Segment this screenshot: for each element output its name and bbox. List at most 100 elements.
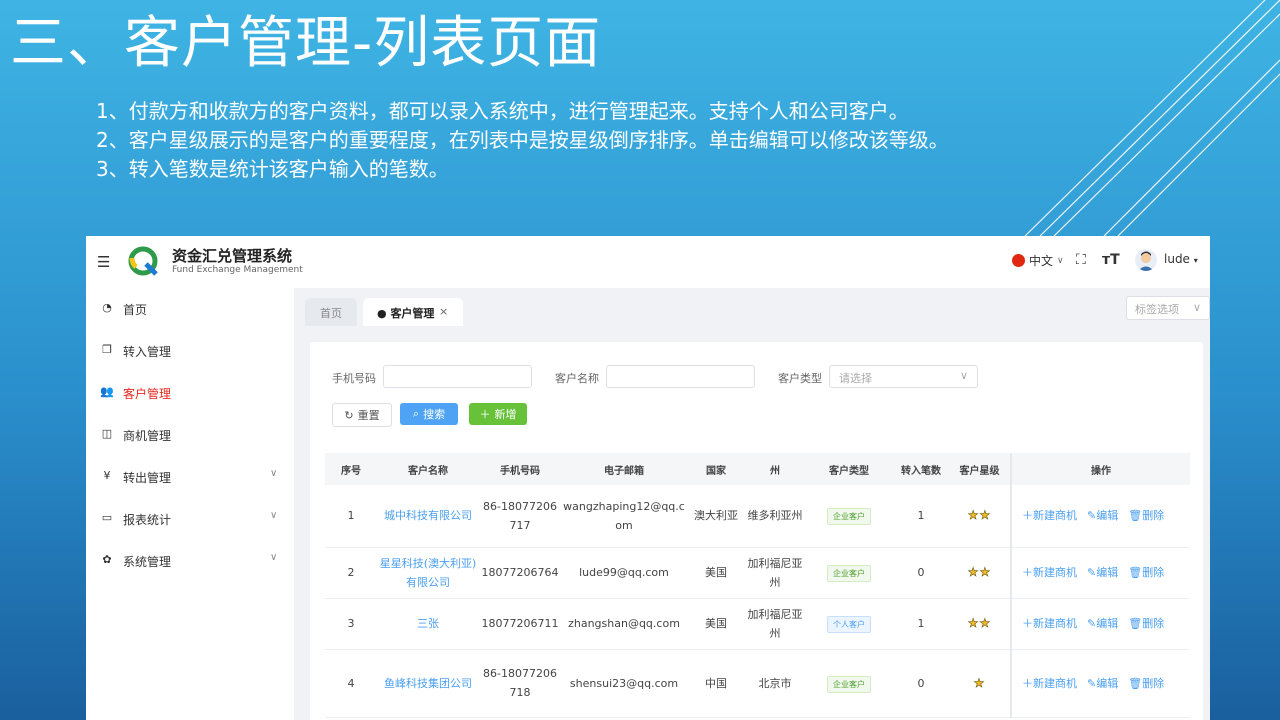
table-header-row: 序号 客户名称 手机号码 电子邮箱 国家 州 客户类型 转入笔数 客户星级 操作 [325, 453, 1190, 485]
country-cell: 中国 [687, 649, 745, 718]
email-cell: wangzhaping12@qq.com [561, 485, 687, 548]
sidebar-item-label: 首页 [123, 303, 148, 317]
edit-button[interactable]: ✎编辑 [1087, 563, 1118, 582]
sidebar-item-reports[interactable]: ▭ 报表统计 ∨ [86, 498, 294, 538]
column-header: 国家 [687, 453, 745, 485]
column-header: 手机号码 [479, 453, 561, 485]
fullscreen-icon[interactable]: ⛶ [1076, 252, 1086, 268]
add-button[interactable]: ＋ 新增 [469, 403, 527, 425]
plus-icon: ＋ [1022, 676, 1033, 690]
sidebar-item-label: 转入管理 [123, 345, 172, 359]
plus-icon: ＋ [1022, 566, 1033, 579]
sidebar-item-system[interactable]: ✿ 系统管理 ∨ [86, 540, 294, 580]
action-label: 删除 [1142, 676, 1165, 690]
type-placeholder: 请选择 [839, 372, 872, 385]
user-menu[interactable]: lude ▾ [1164, 252, 1198, 266]
search-icon: ⌕ [412, 407, 420, 420]
edit-button[interactable]: ✎编辑 [1087, 674, 1118, 693]
reset-button[interactable]: ↻ 重置 [332, 403, 392, 427]
customer-name-link[interactable]: 三张 [377, 598, 479, 650]
tab-home[interactable]: 首页 [305, 298, 357, 326]
customer-list-card: 手机号码 客户名称 客户类型 请选择 ∨ ↻ 重置 ⌕ 搜索 ＋ 新增 序号 客… [310, 342, 1203, 720]
type-cell: 企业客户 [805, 485, 893, 548]
app-window: ☰ 资金汇兑管理系统 Fund Exchange Management 中文 ∨… [86, 236, 1210, 720]
type-cell: 企业客户 [805, 547, 893, 599]
search-label: 搜索 [423, 408, 446, 421]
sidebar-item-home[interactable]: ◔ 首页 [86, 288, 294, 328]
system-subtitle: Fund Exchange Management [172, 265, 303, 275]
sidebar-item-transfer-out[interactable]: ¥ 转出管理 ∨ [86, 456, 294, 496]
customer-name-link[interactable]: 城中科技有限公司 [377, 485, 479, 548]
new-opportunity-button[interactable]: ＋新建商机 [1022, 674, 1077, 693]
chevron-down-icon: ∨ [1192, 301, 1201, 314]
edit-icon: ✎ [1087, 617, 1097, 630]
actions-cell: ＋新建商机 ✎编辑 🗑删除 [1010, 547, 1190, 599]
search-button[interactable]: ⌕ 搜索 [400, 403, 458, 425]
table-row: 3 三张 18077206711 zhangshan@qq.com 美国 加利福尼亚州 个人… [325, 598, 1190, 650]
delete-button[interactable]: 🗑删除 [1128, 563, 1164, 582]
font-size-icon[interactable]: ᴛT [1102, 252, 1120, 268]
caret-down-icon: ▾ [1193, 256, 1198, 265]
chevron-down-icon: ∨ [270, 552, 278, 563]
slide-note-2: 2、客户星级展示的是客户的重要程度，在列表中是按星级倒序排序。单击编辑可以修改该… [96, 128, 949, 152]
stars-cell: ★ [949, 649, 1011, 718]
type-select[interactable]: 请选择 ∨ [829, 365, 978, 388]
action-label: 新建商机 [1033, 676, 1077, 690]
name-input[interactable] [606, 365, 755, 388]
trash-icon: 🗑 [1128, 509, 1143, 523]
edit-button[interactable]: ✎编辑 [1087, 506, 1118, 525]
monitor-icon: ▭ [101, 511, 113, 524]
tab-customers[interactable]: ● 客户管理 × [363, 298, 463, 326]
language-label: 中文 [1029, 254, 1054, 268]
edit-button[interactable]: ✎编辑 [1087, 614, 1118, 633]
state-cell: 加利福尼亚州 [745, 598, 805, 650]
actions-cell: ＋新建商机 ✎编辑 🗑删除 [1010, 485, 1190, 548]
avatar[interactable] [1135, 249, 1157, 271]
menu-toggle-icon[interactable]: ☰ [97, 253, 110, 271]
close-icon[interactable]: × [439, 305, 448, 318]
logo-icon [128, 246, 158, 276]
tab-label: 首页 [320, 307, 342, 320]
phone-input[interactable] [383, 365, 532, 388]
actions-cell: ＋新建商机 ✎编辑 🗑删除 [1010, 649, 1190, 718]
new-opportunity-button[interactable]: ＋新建商机 [1022, 506, 1077, 525]
action-label: 编辑 [1096, 566, 1119, 579]
delete-button[interactable]: 🗑删除 [1128, 674, 1164, 693]
language-switch[interactable]: 中文 ∨ [1012, 252, 1064, 269]
sidebar-item-opportunities[interactable]: ◫ 商机管理 [86, 414, 294, 454]
sidebar-item-label: 客户管理 [123, 387, 172, 401]
country-cell: 美国 [687, 547, 745, 599]
tag-options-label: 标签选项 [1135, 303, 1179, 316]
table-row: 4 鱼峰科技集团公司 86-18077206718 shensui23@qq.com 中… [325, 649, 1190, 718]
new-opportunity-button[interactable]: ＋新建商机 [1022, 614, 1077, 633]
delete-button[interactable]: 🗑删除 [1128, 614, 1164, 633]
sidebar-item-label: 系统管理 [123, 555, 172, 569]
system-name: 资金汇兑管理系统 [172, 247, 293, 265]
star-rating-icon: ★ [973, 675, 986, 690]
copy-icon: ❐ [102, 343, 112, 356]
plus-icon: ＋ [1022, 617, 1033, 630]
column-header: 客户星级 [949, 453, 1011, 485]
action-label: 编辑 [1096, 509, 1119, 523]
phone-cell: 18077206764 [479, 547, 561, 599]
delete-button[interactable]: 🗑删除 [1128, 506, 1164, 525]
reset-label: 重置 [357, 409, 380, 422]
tag-options-select[interactable]: 标签选项 ∨ [1126, 296, 1210, 320]
column-header: 州 [745, 453, 805, 485]
china-flag-icon [1012, 254, 1025, 267]
star-rating-icon: ★★ [967, 508, 992, 523]
sidebar-item-customers[interactable]: 👥 客户管理 [86, 372, 294, 412]
customer-name-link[interactable]: 星星科技(澳大利亚)有限公司 [377, 547, 479, 599]
new-opportunity-button[interactable]: ＋新建商机 [1022, 563, 1077, 582]
column-header: 客户类型 [805, 453, 893, 485]
column-header: 电子邮箱 [561, 453, 687, 485]
gear-icon: ✿ [102, 553, 112, 566]
yen-icon: ¥ [103, 469, 111, 482]
action-label: 新建商机 [1033, 509, 1077, 523]
users-icon: 👥 [100, 385, 114, 398]
sidebar-item-transfer-in[interactable]: ❐ 转入管理 [86, 330, 294, 370]
customer-name-link[interactable]: 鱼峰科技集团公司 [377, 649, 479, 718]
stars-cell: ★★ [949, 547, 1011, 599]
state-cell: 加利福尼亚州 [745, 547, 805, 599]
actions-cell: ＋新建商机 ✎编辑 🗑删除 [1010, 598, 1190, 650]
